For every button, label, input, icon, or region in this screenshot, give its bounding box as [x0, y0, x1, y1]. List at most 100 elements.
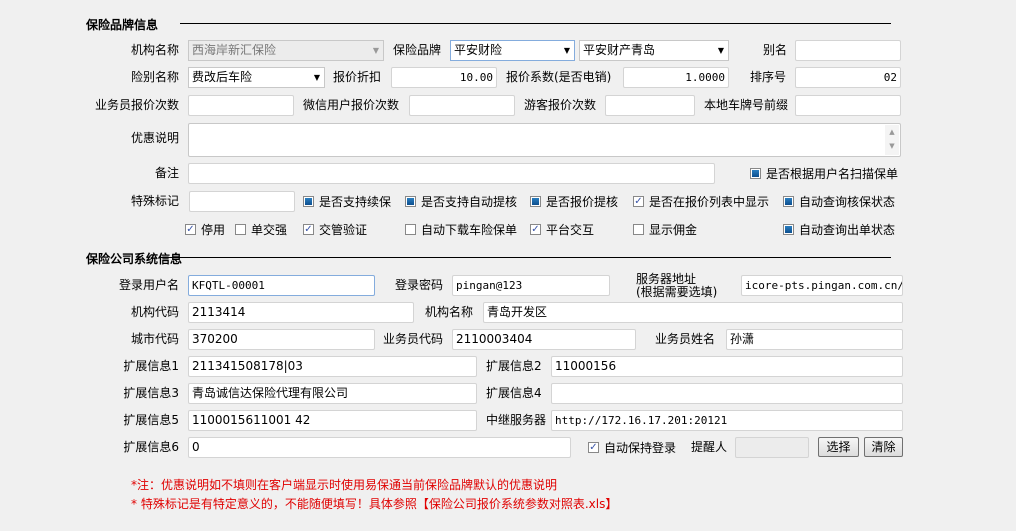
server-sublabel: (根据需要选填) — [636, 285, 718, 299]
brand-branch-select[interactable]: 平安财产青岛 ▼ — [579, 40, 729, 61]
checkbox-checked-icon: ✓ — [530, 223, 541, 235]
chevron-down-icon: ▼ — [313, 73, 320, 82]
sys-org-name-input[interactable]: 青岛开发区 — [483, 302, 903, 323]
checkbox-label: 单交强 — [251, 222, 288, 237]
ext1-label: 扩展信息1 — [123, 359, 179, 373]
insurance-type-value: 费改后车险 — [192, 70, 253, 84]
server-input[interactable]: icore-pts.pingan.com.cn/ebusiness — [741, 275, 903, 296]
option-checkbox[interactable]: 单交强 — [235, 221, 287, 237]
login-pwd-input[interactable]: pingan@123 — [452, 275, 610, 296]
guest-count-label: 游客报价次数 — [524, 98, 597, 112]
option-checkbox[interactable]: 自动下载车险保单 — [405, 221, 517, 237]
guest-count-input[interactable] — [605, 95, 695, 116]
option-checkbox[interactable]: ✓ 交管验证 — [303, 221, 367, 237]
relay-input[interactable]: http://172.16.17.201:20121 — [551, 410, 903, 431]
ext5-input[interactable]: 1100015611001 42 — [188, 410, 477, 431]
checkbox-checked-icon: ✓ — [633, 195, 644, 207]
chevron-down-icon: ▼ — [372, 46, 379, 55]
login-user-label: 登录用户名 — [118, 278, 179, 292]
checkbox-unchecked-icon — [235, 223, 246, 235]
option-checkbox[interactable]: ✓ 是否在报价列表中显示 — [633, 193, 769, 209]
sys-org-name-label: 机构名称 — [425, 305, 474, 319]
plate-prefix-input[interactable] — [795, 95, 901, 116]
checkbox-label: 停用 — [201, 222, 226, 237]
promo-textarea[interactable]: ▲ ▼ — [188, 123, 901, 157]
chevron-down-icon: ▼ — [563, 46, 570, 55]
keep-login-label: 自动保持登录 — [604, 440, 677, 455]
org-code-input[interactable]: 2113414 — [188, 302, 414, 323]
checkbox-checked-icon: ✓ — [303, 223, 314, 235]
checkbox-label: 平台交互 — [546, 222, 595, 237]
keep-login-checkbox[interactable]: ✓ 自动保持登录 — [588, 439, 676, 455]
agent-code-label: 业务员代码 — [383, 332, 444, 346]
discount-label: 报价折扣 — [333, 70, 382, 84]
option-checkbox[interactable]: ✓ 平台交互 — [530, 221, 594, 237]
checkbox-label: 是否支持续保 — [319, 194, 392, 209]
remark-input[interactable] — [188, 163, 715, 184]
discount-input[interactable]: 10.00 — [391, 67, 497, 88]
agent-count-label: 业务员报价次数 — [94, 98, 179, 112]
checkbox-label: 是否报价提核 — [546, 194, 619, 209]
ext3-label: 扩展信息3 — [123, 386, 179, 400]
coef-input[interactable]: 1.0000 — [623, 67, 729, 88]
ext2-input[interactable]: 11000156 — [551, 356, 903, 377]
checkbox-indeterminate-icon — [405, 195, 416, 207]
option-checkbox[interactable]: ✓ 停用 — [185, 221, 225, 237]
sort-input[interactable]: 02 — [795, 67, 901, 88]
option-checkbox[interactable]: 是否报价提核 — [530, 193, 618, 209]
checkbox-indeterminate-icon — [750, 167, 761, 179]
agent-name-label: 业务员姓名 — [655, 332, 716, 346]
checkbox-indeterminate-icon — [303, 195, 314, 207]
agent-count-input[interactable] — [188, 95, 294, 116]
brand-branch-value: 平安财产青岛 — [583, 43, 656, 57]
plate-prefix-label: 本地车牌号前缀 — [704, 98, 789, 112]
agent-name-input[interactable]: 孙潇 — [726, 329, 903, 350]
checkbox-indeterminate-icon — [783, 223, 794, 235]
city-code-input[interactable]: 370200 — [188, 329, 375, 350]
divider — [180, 23, 891, 24]
city-code-label: 城市代码 — [130, 332, 179, 346]
option-checkbox[interactable]: 显示佣金 — [633, 221, 697, 237]
org-name-select[interactable]: 西海岸新汇保险 ▼ — [188, 40, 384, 61]
reminder-input[interactable] — [735, 437, 809, 458]
ext4-input[interactable] — [551, 383, 903, 404]
checkbox-label: 是否在报价列表中显示 — [649, 194, 770, 209]
ext1-input[interactable]: 211341508178|03 — [188, 356, 477, 377]
insurance-type-label: 险别名称 — [130, 70, 179, 84]
brand-section-title: 保险品牌信息 — [86, 18, 159, 32]
clear-button[interactable]: 清除 — [864, 437, 903, 457]
checkbox-unchecked-icon — [405, 223, 416, 235]
option-checkbox[interactable]: 是否根据用户名扫描保单 — [750, 165, 898, 181]
wechat-count-input[interactable] — [409, 95, 515, 116]
option-checkbox[interactable]: 自动查询核保状态 — [783, 193, 895, 209]
promo-label: 优惠说明 — [130, 131, 179, 145]
option-checkbox[interactable]: 是否支持续保 — [303, 193, 391, 209]
ext3-input[interactable]: 青岛诚信达保险代理有限公司 — [188, 383, 477, 404]
brand-value: 平安财险 — [454, 43, 503, 57]
option-checkbox[interactable]: 自动查询出单状态 — [783, 221, 895, 237]
insurance-type-select[interactable]: 费改后车险 ▼ — [188, 67, 325, 88]
checkbox-label: 交管验证 — [319, 222, 368, 237]
org-name-label: 机构名称 — [130, 43, 179, 57]
divider — [160, 257, 891, 258]
checkbox-label: 自动下载车险保单 — [421, 222, 518, 237]
ext2-label: 扩展信息2 — [486, 359, 542, 373]
scroll-up-icon[interactable]: ▲ — [885, 125, 899, 139]
scrollbar[interactable]: ▲ ▼ — [885, 125, 899, 155]
select-button[interactable]: 选择 — [818, 437, 859, 457]
alias-label: 别名 — [763, 43, 788, 57]
ext6-input[interactable]: 0 — [188, 437, 571, 458]
checkbox-unchecked-icon — [633, 223, 644, 235]
org-code-label: 机构代码 — [130, 305, 179, 319]
reminder-label: 提醒人 — [691, 440, 728, 454]
brand-label: 保险品牌 — [393, 43, 442, 57]
alias-input[interactable] — [795, 40, 901, 61]
note-promo: *注：优惠说明如不填则在客户端显示时使用易保通当前保险品牌默认的优惠说明 — [131, 478, 558, 492]
agent-code-input[interactable]: 2110003404 — [452, 329, 636, 350]
login-user-input[interactable]: KFQTL-00001 — [188, 275, 375, 296]
checkbox-indeterminate-icon — [783, 195, 794, 207]
option-checkbox[interactable]: 是否支持自动提核 — [405, 193, 517, 209]
scroll-down-icon[interactable]: ▼ — [885, 139, 899, 153]
brand-select[interactable]: 平安财险 ▼ — [450, 40, 575, 61]
special-input[interactable] — [189, 191, 295, 212]
